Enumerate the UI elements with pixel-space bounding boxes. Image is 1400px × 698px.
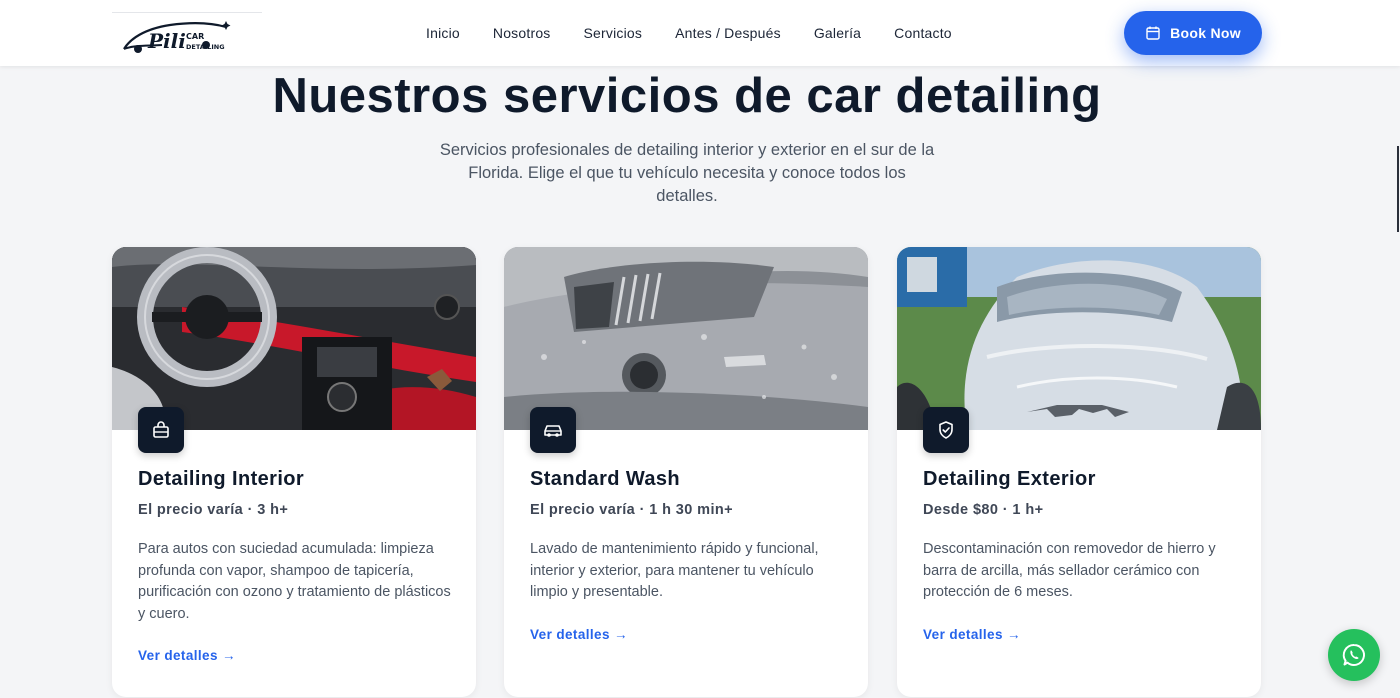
svg-text:DETAILING: DETAILING [186,43,225,51]
whatsapp-icon [1342,643,1365,666]
card-icon-wash [530,407,576,453]
card-icon-interior [138,407,184,453]
calendar-icon [1146,26,1160,40]
scrollbar-thumb[interactable] [1397,146,1399,232]
svg-text:Pili: Pili [147,29,186,53]
nav-galeria[interactable]: Galería [814,25,861,41]
nav-servicios[interactable]: Servicios [584,25,643,41]
nav-contacto[interactable]: Contacto [894,25,952,41]
ver-detalles-link[interactable]: Ver detalles → [923,627,1021,642]
book-now-label: Book Now [1170,25,1241,41]
whatsapp-button[interactable] [1328,629,1380,681]
ver-detalles-link[interactable]: Ver detalles → [138,648,236,663]
main-nav: Inicio Nosotros Servicios Antes / Despué… [426,0,952,66]
nav-antes-despues[interactable]: Antes / Después [675,25,781,41]
nav-inicio[interactable]: Inicio [426,25,460,41]
card-description: Lavado de mantenimiento rápido y funcion… [530,541,819,601]
card-icon-exterior [923,407,969,453]
card-image-wash [504,247,868,430]
card-description: Descontaminación con removedor de hierro… [923,541,1216,601]
service-card-interior: Detailing Interior El precio varía · 3 h… [112,247,476,697]
book-now-button[interactable]: Book Now [1124,11,1262,55]
nav-nosotros[interactable]: Nosotros [493,25,551,41]
card-meta: El precio varía · 3 h+ [138,502,289,518]
card-meta: Desde $80 · 1 h+ [923,502,1044,518]
svg-text:CAR: CAR [186,32,204,41]
ver-detalles-link[interactable]: Ver detalles → [530,627,628,642]
card-image-exterior [897,247,1261,430]
card-description: Para autos con suciedad acumulada: limpi… [138,541,451,623]
briefcase-icon [153,421,169,438]
card-title: Standard Wash [530,468,681,490]
card-meta: El precio varía · 1 h 30 min+ [530,502,734,518]
logo[interactable]: Pili CAR DETAILING [112,12,262,56]
logo-mark: Pili CAR DETAILING [123,21,231,53]
page-title: Nuestros servicios de car detailing [272,69,1102,123]
service-card-exterior: Detailing Exterior Desde $80 · 1 h+ Desc… [897,247,1261,697]
card-image-interior [112,247,476,430]
card-title: Detailing Exterior [923,468,1096,490]
card-title: Detailing Interior [138,468,305,490]
page-subtitle: Servicios profesionales de detailing int… [439,141,935,205]
service-card-standard-wash: Standard Wash El precio varía · 1 h 30 m… [504,247,868,697]
car-icon [544,425,562,437]
site-header: Pili CAR DETAILING Inicio Nosotros Servi… [0,0,1400,66]
shield-check-icon [939,421,953,439]
